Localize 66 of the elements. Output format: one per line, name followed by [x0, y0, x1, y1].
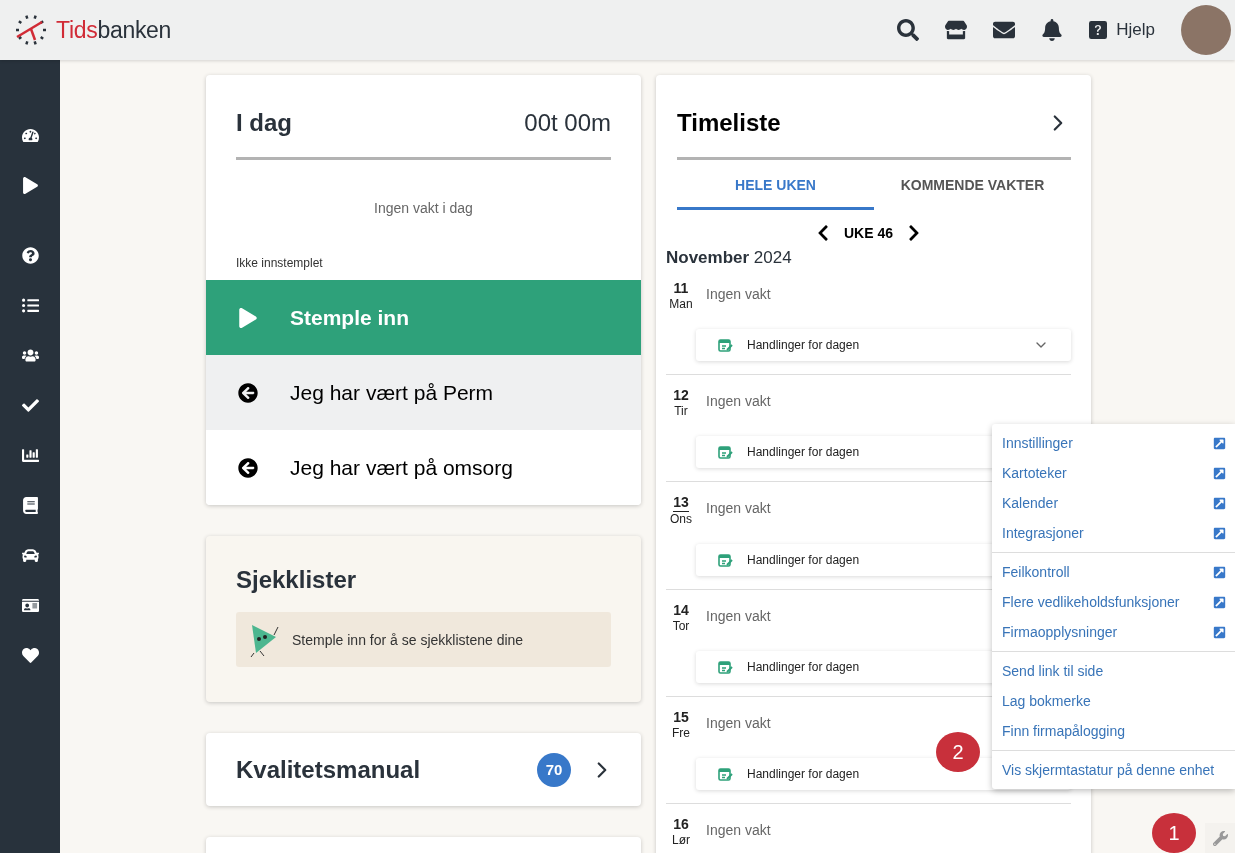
bell-icon[interactable] [1041, 19, 1064, 41]
card-title: Timeliste [677, 109, 781, 137]
notice-text: Stemple inn for å se sjekklistene dine [292, 631, 524, 648]
play-icon [238, 307, 258, 328]
external-link-icon [1213, 496, 1226, 510]
mail-icon[interactable] [993, 19, 1016, 41]
calendar-edit-icon [718, 660, 733, 674]
avatar[interactable] [1181, 5, 1231, 55]
menu-item[interactable]: Kalender [992, 488, 1235, 518]
day-number: 13 [673, 494, 689, 512]
tab[interactable]: HELE UKEN [677, 160, 874, 210]
store-icon[interactable] [945, 19, 968, 41]
day-number: 12 [673, 387, 689, 404]
no-shift-text: Ingen vakt i dag [373, 200, 474, 216]
external-link-icon [1213, 436, 1226, 450]
action-button[interactable]: Stemple inn [206, 280, 641, 355]
card-title: I dag [236, 109, 292, 137]
shift-status: Ingen vakt [706, 714, 771, 733]
shift-status: Ingen vakt [706, 285, 771, 304]
brand-logo[interactable]: Tidsbanken [56, 16, 172, 44]
day-number: 11 [673, 280, 689, 297]
external-link-icon [1213, 625, 1226, 639]
help-link[interactable]: Hjelp [1089, 20, 1155, 40]
weekday-label: Tor [672, 619, 690, 633]
day-number: 15 [673, 709, 689, 726]
help-icon [1089, 21, 1108, 39]
shift-status: Ingen vakt [706, 392, 771, 411]
back-arrow-icon [238, 457, 258, 478]
weekday-label: Lør [672, 833, 690, 847]
tab[interactable]: KOMMENDE VAKTER [874, 160, 1071, 210]
shift-status: Ingen vakt [706, 607, 771, 626]
card-title: Kvalitetsmanual [236, 755, 421, 784]
clock-status-text: Ikke innstemplet [236, 256, 324, 270]
external-link-icon [1213, 565, 1226, 579]
card-title: Sjekklister [236, 566, 358, 594]
wrench-icon[interactable] [1205, 823, 1235, 853]
search-icon[interactable] [897, 19, 920, 41]
shift-status: Ingen vakt [706, 821, 771, 840]
day-number: 16 [673, 816, 689, 833]
external-link-icon [1213, 595, 1226, 609]
menu-item[interactable]: Lag bokmerke [992, 686, 1235, 716]
calendar-edit-icon [718, 553, 733, 567]
weekday-label: Tir [674, 404, 688, 418]
weekday-label: Fre [672, 726, 690, 740]
duration-text: 00t 00m [524, 109, 611, 137]
action-button[interactable]: Jeg har vært på Perm [206, 355, 641, 430]
shift-status: Ingen vakt [706, 499, 771, 518]
count-badge: 70 [537, 752, 571, 787]
calendar-edit-icon [718, 338, 733, 352]
day-actions-dropdown[interactable]: Handlinger for dagen [696, 329, 1071, 361]
menu-item[interactable]: Finn firmapålogging [992, 716, 1235, 746]
clock-logo-icon [14, 13, 48, 47]
menu-item[interactable]: Firmaopplysninger [992, 617, 1235, 647]
calendar-edit-icon [718, 445, 733, 459]
external-link-icon [1213, 526, 1226, 540]
weekday-label: Man [669, 297, 693, 311]
back-arrow-icon [238, 382, 258, 403]
day-number: 14 [673, 602, 689, 619]
action-button[interactable]: Jeg har vært på omsorg [206, 430, 641, 505]
external-link-icon [1213, 466, 1226, 480]
mascot-drawing [248, 622, 280, 657]
month-heading: November 2024 [666, 248, 793, 268]
menu-item[interactable]: Flere vedlikeholdsfunksjoner [992, 587, 1235, 617]
weekday-label: Ons [670, 512, 692, 526]
week-label: UKE 46 [844, 225, 893, 241]
calendar-edit-icon [718, 767, 733, 781]
